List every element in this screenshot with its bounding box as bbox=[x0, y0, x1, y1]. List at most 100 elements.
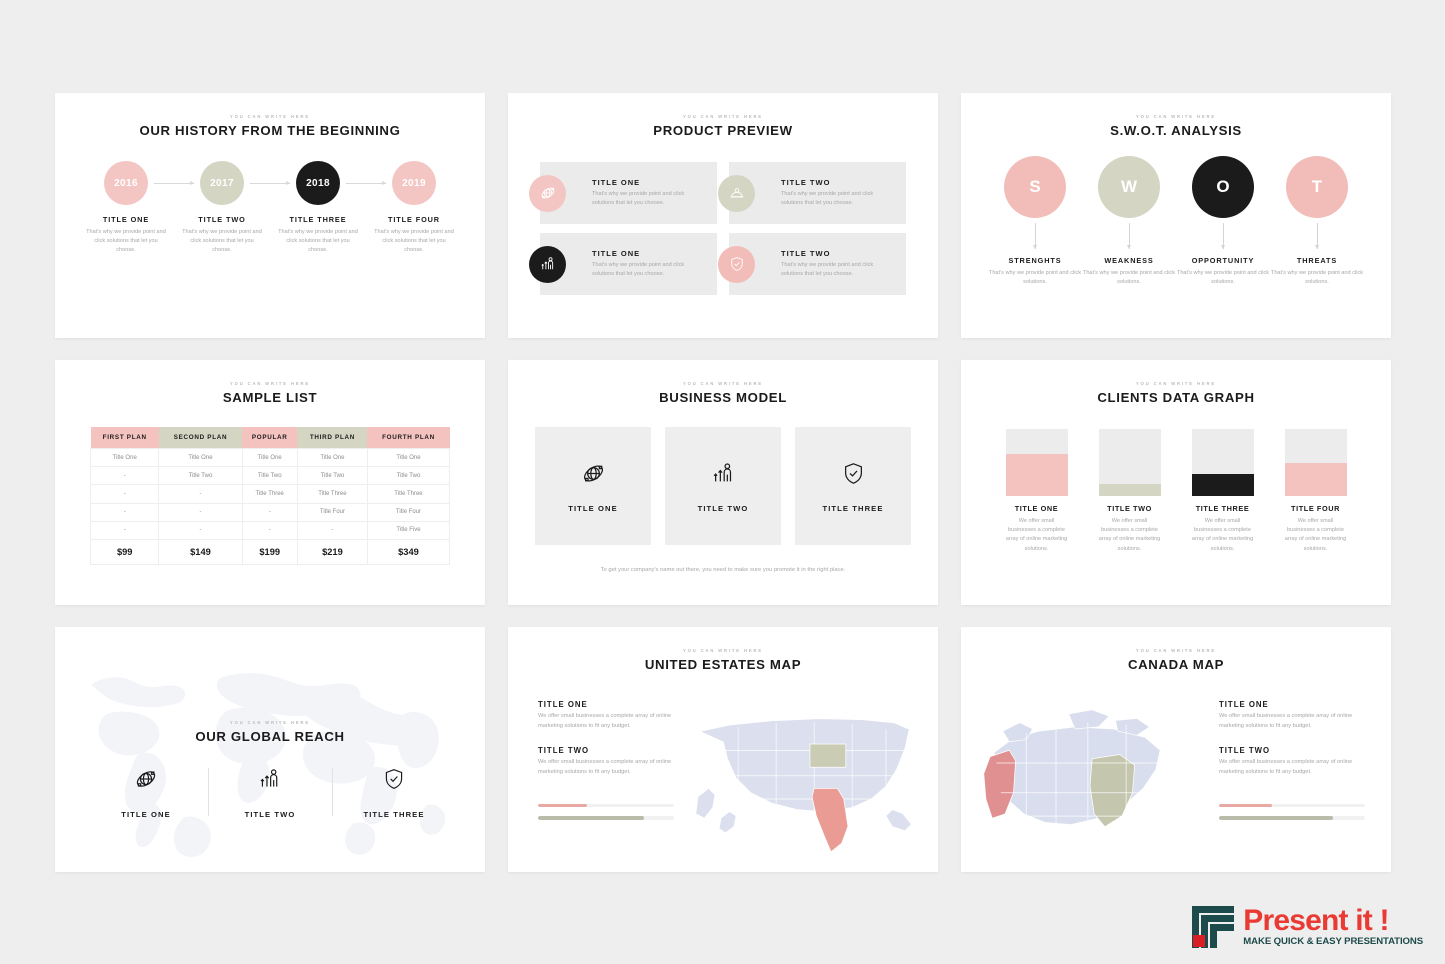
table-cell: - bbox=[89, 520, 160, 540]
slide-eyebrow: YOU CAN WRITE HERE bbox=[230, 720, 310, 725]
slide-swot-analysis[interactable]: YOU CAN WRITE HERE S.W.O.T. ANALYSIS S S… bbox=[961, 93, 1391, 338]
product-card-desc: That's why we provide point and click so… bbox=[592, 190, 685, 207]
table-header-cell[interactable]: FOURTH PLAN bbox=[367, 427, 450, 449]
timeline-item-title: TITLE ONE bbox=[102, 215, 150, 224]
global-reach-item[interactable]: TITLE THREE bbox=[332, 766, 456, 819]
slide-eyebrow: YOU CAN WRITE HERE bbox=[230, 114, 310, 119]
table-header-cell[interactable]: THIRD PLAN bbox=[297, 427, 368, 449]
slide-eyebrow: YOU CAN WRITE HERE bbox=[1136, 381, 1216, 386]
bar-chart-column[interactable]: TITLE FOUR We offer small businesses a c… bbox=[1284, 429, 1347, 554]
table-cell: Title Three bbox=[241, 484, 298, 504]
bar-label: TITLE FOUR bbox=[1291, 504, 1340, 513]
timeline-item-title: TITLE FOUR bbox=[388, 215, 440, 224]
progress-bar-track[interactable] bbox=[1219, 816, 1365, 820]
slide-sample-list[interactable]: YOU CAN WRITE HERE SAMPLE LIST FIRST PLA… bbox=[55, 360, 485, 605]
product-card[interactable]: TITLE TWO That's why we provide point an… bbox=[718, 233, 906, 295]
product-card-title: TITLE TWO bbox=[781, 248, 831, 258]
product-card[interactable]: TITLE ONE That's why we provide point an… bbox=[529, 233, 717, 295]
timeline-year-circle: 2017 bbox=[200, 161, 244, 205]
table-price-row: $99 $149 $199 $219 $349 bbox=[89, 538, 451, 565]
bar-fill bbox=[1284, 462, 1347, 496]
table-header-cell[interactable]: SECOND PLAN bbox=[158, 427, 243, 449]
slide-canada-map[interactable]: YOU CAN WRITE HERE CANADA MAP TITLE ONE … bbox=[961, 627, 1391, 872]
business-model-card[interactable]: TITLE TWO bbox=[665, 427, 781, 545]
shield-check-icon bbox=[840, 460, 867, 492]
map-block-title: TITLE TWO bbox=[538, 745, 590, 755]
progress-bar-fill bbox=[1219, 816, 1333, 820]
globe-icon bbox=[580, 460, 607, 492]
slide-united-states-map[interactable]: YOU CAN WRITE HERE UNITED ESTATES MAP TI… bbox=[508, 627, 938, 872]
product-card-desc: That's why we provide point and click so… bbox=[592, 261, 685, 278]
timeline-item[interactable]: 2016 TITLE ONE That's why we provide poi… bbox=[78, 161, 194, 256]
page-title: BUSINESS MODEL bbox=[659, 390, 787, 405]
slide-business-model[interactable]: YOU CAN WRITE HERE BUSINESS MODEL TITLE … bbox=[508, 360, 938, 605]
bar-track bbox=[1005, 429, 1068, 496]
progress-bar-track[interactable] bbox=[538, 803, 674, 808]
page-title: PRODUCT PREVIEW bbox=[653, 123, 793, 138]
swot-item-desc: That's why we provide point and click so… bbox=[1176, 270, 1270, 286]
page-title: SAMPLE LIST bbox=[222, 390, 318, 405]
us-map-text-column: TITLE ONE We offer small businesses a co… bbox=[508, 692, 674, 858]
map-block-desc: We offer small businesses a complete arr… bbox=[538, 713, 672, 729]
table-cell: - bbox=[89, 466, 160, 486]
table-cell: - bbox=[296, 520, 368, 540]
slide-clients-data-graph[interactable]: YOU CAN WRITE HERE CLIENTS DATA GRAPH TI… bbox=[961, 360, 1391, 605]
shield-check-icon bbox=[718, 245, 755, 283]
timeline-year-circle: 2018 bbox=[296, 161, 340, 205]
slide-product-preview[interactable]: YOU CAN WRITE HERE PRODUCT PREVIEW TITLE… bbox=[508, 93, 938, 338]
timeline-item[interactable]: 2018 TITLE THREE That's why we provide p… bbox=[270, 161, 386, 256]
swot-connector-arrow bbox=[1032, 223, 1037, 249]
product-card[interactable]: TITLE TWO That's why we provide point an… bbox=[718, 162, 906, 224]
product-card-grid: TITLE ONE That's why we provide point an… bbox=[529, 162, 906, 295]
price-cell: $99 bbox=[89, 538, 160, 565]
slide-global-reach[interactable]: YOU CAN WRITE HERE OUR GLOBAL REACH TITL… bbox=[55, 627, 485, 872]
progress-bar-track[interactable] bbox=[1219, 803, 1365, 808]
growth-person-icon bbox=[257, 769, 283, 796]
swot-item[interactable]: T THREATS That's why we provide point an… bbox=[1270, 156, 1364, 287]
table-header-cell[interactable]: POPULAR bbox=[242, 427, 298, 449]
page-title: OUR HISTORY FROM THE BEGINNING bbox=[139, 123, 401, 138]
global-reach-item-title: TITLE THREE bbox=[363, 810, 425, 819]
swot-row: S STRENGHTS That's why we provide point … bbox=[961, 156, 1391, 287]
timeline-item[interactable]: 2019 TITLE FOUR That's why we provide po… bbox=[366, 161, 462, 256]
swot-item[interactable]: O OPPORTUNITY That's why we provide poin… bbox=[1176, 156, 1270, 287]
business-model-card[interactable]: TITLE ONE bbox=[535, 427, 651, 545]
progress-bar-track[interactable] bbox=[538, 816, 674, 820]
table-cell: Title Two bbox=[296, 466, 368, 486]
table-row: - - - - Title Five bbox=[89, 520, 451, 540]
map-block-desc: We offer small businesses a complete arr… bbox=[1219, 758, 1353, 775]
table-cell: Title Three bbox=[366, 484, 451, 504]
table-cell: - bbox=[241, 502, 298, 522]
bar-chart-column[interactable]: TITLE ONE We offer small businesses a co… bbox=[1005, 429, 1068, 554]
product-card-desc: That's why we provide point and click so… bbox=[781, 261, 874, 278]
timeline-item-desc: That's why we provide point and click so… bbox=[278, 229, 358, 254]
table-cell: Title One bbox=[296, 447, 368, 468]
timeline-item[interactable]: 2017 TITLE TWO That's why we provide poi… bbox=[174, 161, 290, 256]
slide-eyebrow: YOU CAN WRITE HERE bbox=[1136, 114, 1216, 119]
timeline-year-circle: 2019 bbox=[392, 161, 436, 205]
table-cell: - bbox=[241, 520, 298, 540]
swot-item[interactable]: W WEAKNESS That's why we provide point a… bbox=[1082, 156, 1176, 287]
product-card[interactable]: TITLE ONE That's why we provide point an… bbox=[529, 162, 717, 224]
bar-chart-column[interactable]: TITLE THREE We offer small businesses a … bbox=[1191, 429, 1254, 554]
table-cell: Title Five bbox=[366, 520, 451, 540]
progress-bars bbox=[538, 803, 674, 820]
slide-our-history[interactable]: YOU CAN WRITE HERE OUR HISTORY FROM THE … bbox=[55, 93, 485, 338]
price-cell: $349 bbox=[366, 538, 451, 565]
timeline-item-title: TITLE TWO bbox=[198, 215, 246, 224]
business-model-card[interactable]: TITLE THREE bbox=[795, 427, 911, 545]
table-header-cell[interactable]: FIRST PLAN bbox=[90, 427, 159, 449]
global-reach-item[interactable]: TITLE TWO bbox=[208, 766, 332, 819]
map-block-desc: We offer small businesses a complete arr… bbox=[538, 758, 672, 775]
bar-label: TITLE ONE bbox=[1014, 504, 1059, 513]
present-it-logo[interactable]: Present it ! MAKE QUICK & EASY PRESENTAT… bbox=[1190, 904, 1423, 950]
swot-item[interactable]: S STRENGHTS That's why we provide point … bbox=[988, 156, 1082, 287]
product-card-title: TITLE TWO bbox=[781, 177, 831, 187]
bar-chart-column[interactable]: TITLE TWO We offer small businesses a co… bbox=[1098, 429, 1161, 554]
bar-fill bbox=[1191, 473, 1254, 496]
growth-person-icon bbox=[710, 460, 737, 492]
table-row: - - Title Three Title Three Title Three bbox=[89, 484, 451, 504]
table-cell: - bbox=[158, 484, 243, 504]
global-reach-item[interactable]: TITLE ONE bbox=[84, 766, 208, 819]
timeline-item-desc: That's why we provide point and click so… bbox=[86, 229, 166, 254]
